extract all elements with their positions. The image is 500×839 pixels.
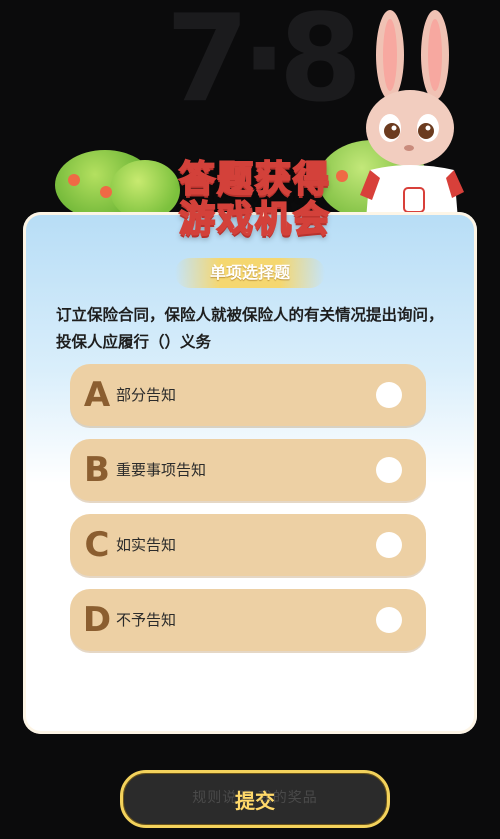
bunny-mascot-icon bbox=[360, 10, 464, 220]
question-type-badge: 单项选择题 bbox=[175, 258, 325, 288]
radio-button[interactable] bbox=[376, 382, 402, 408]
title-line-2: 游戏机会 bbox=[178, 199, 331, 241]
title-line-1: 答题获得 bbox=[178, 159, 331, 201]
option-a[interactable]: A 部分告知 bbox=[70, 364, 426, 426]
radio-button[interactable] bbox=[376, 457, 402, 483]
option-text: 不予告知 bbox=[116, 611, 177, 629]
berry-decoration bbox=[68, 174, 80, 186]
submit-label: 提交 bbox=[235, 789, 275, 813]
option-letter: D bbox=[82, 600, 112, 640]
option-d[interactable]: D 不予告知 bbox=[70, 589, 426, 651]
background-number-decoration: 7·8 bbox=[165, 0, 363, 129]
option-text: 重要事项告知 bbox=[116, 461, 207, 479]
submit-button[interactable]: 规则说明 我的奖品 提交 bbox=[120, 770, 390, 828]
option-b[interactable]: B 重要事项告知 bbox=[70, 439, 426, 501]
radio-button[interactable] bbox=[376, 532, 402, 558]
option-letter: C bbox=[84, 525, 110, 565]
option-text: 如实告知 bbox=[116, 536, 177, 554]
radio-button[interactable] bbox=[376, 607, 402, 633]
option-c[interactable]: C 如实告知 bbox=[70, 514, 426, 576]
option-text: 部分告知 bbox=[116, 386, 177, 404]
option-letter: A bbox=[83, 375, 111, 415]
option-letter: B bbox=[84, 450, 110, 490]
question-text: 订立保险合同，保险人就被保险人的有关情况提出询问，投保人应履行（）义务 bbox=[56, 306, 444, 351]
quiz-title-art: 答题获得 游戏机会 bbox=[150, 159, 360, 241]
berry-decoration bbox=[100, 186, 112, 198]
